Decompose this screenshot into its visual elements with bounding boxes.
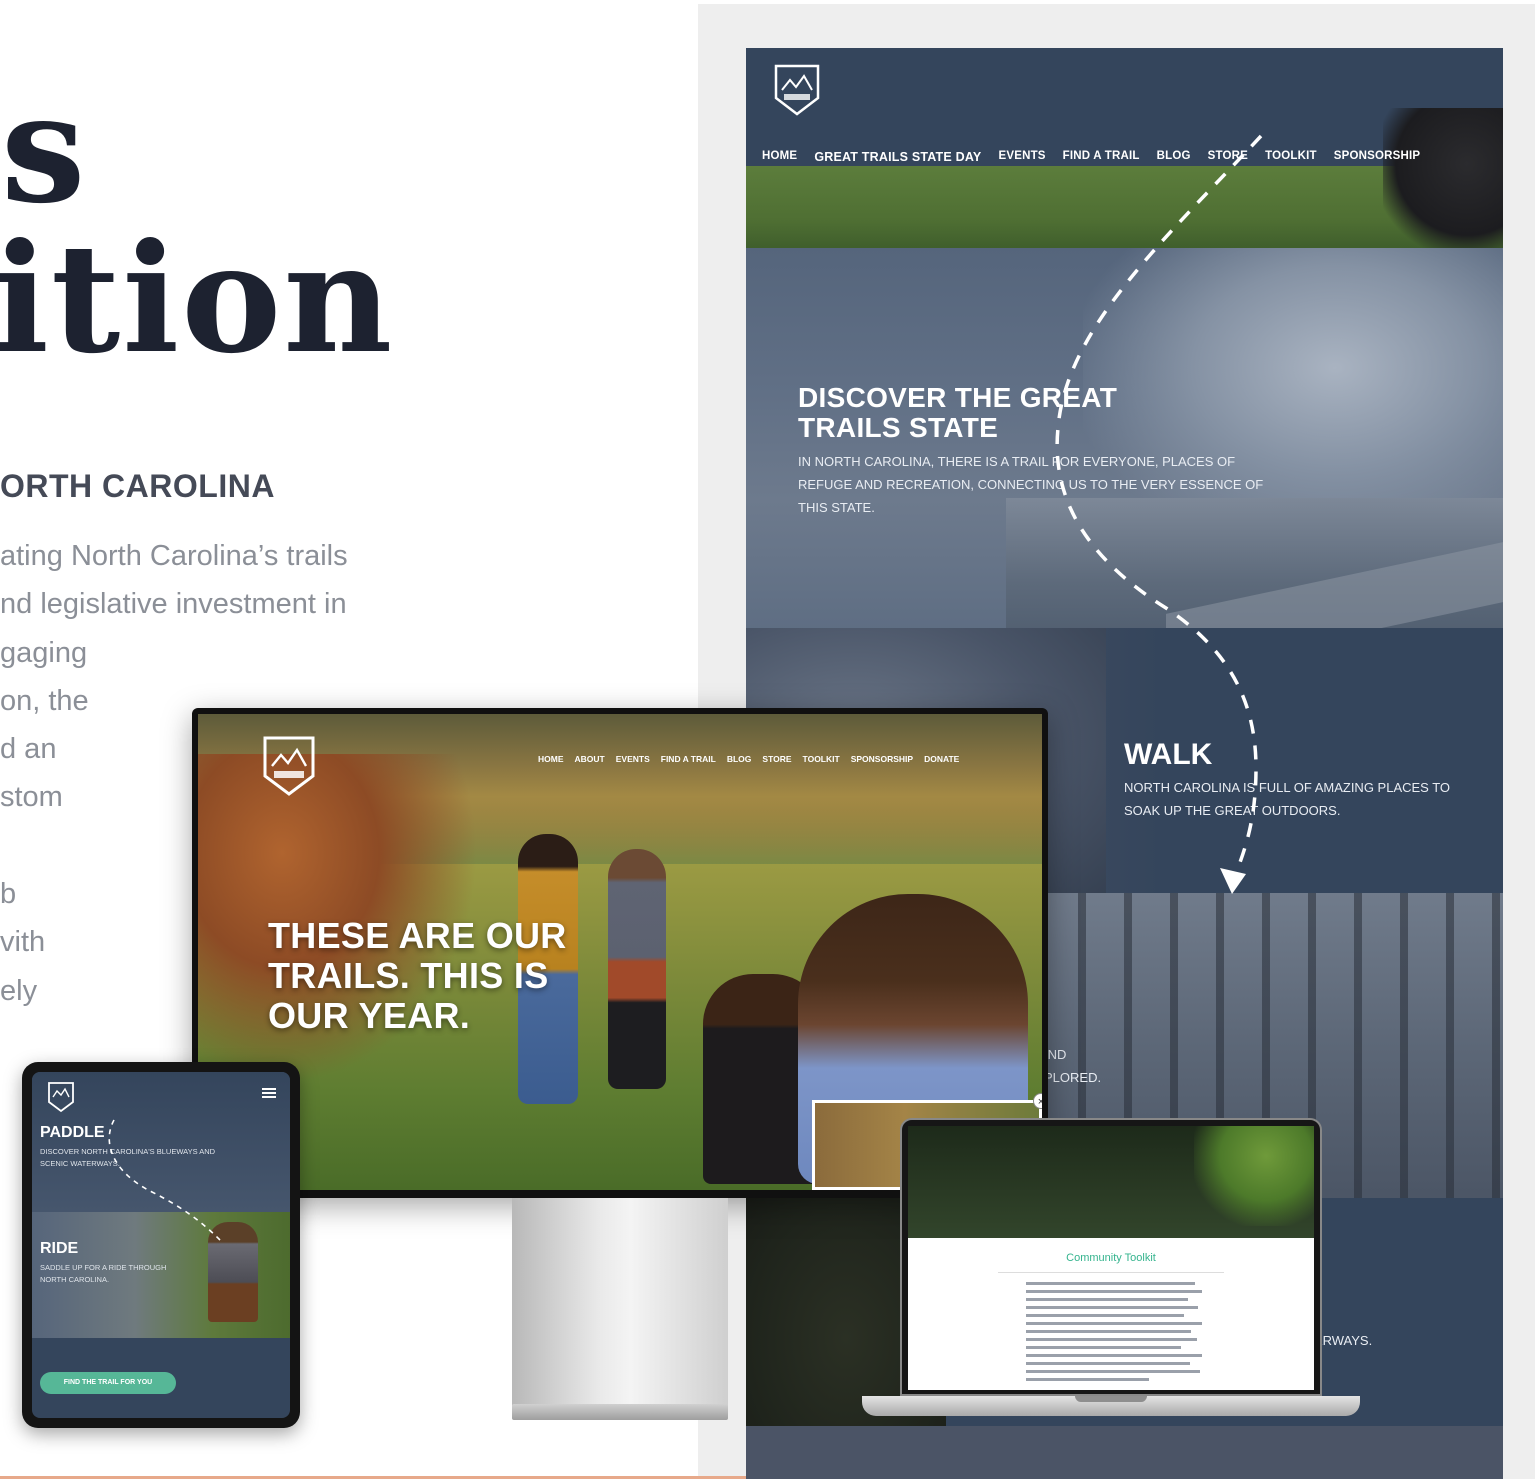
nav-home[interactable]: HOME	[762, 150, 797, 164]
person-mother	[608, 849, 666, 1089]
laptop-mockup: Community Toolkit	[900, 1118, 1322, 1396]
walk-text: NORTH CAROLINA IS FULL OF AMAZING PLACES…	[1124, 780, 1451, 818]
ride-text-partial: IND PLORED.	[1044, 1043, 1101, 1089]
nav-great-trails-state-day[interactable]: GREAT TRAILS STATE DAY	[814, 150, 981, 164]
tablet-screen: PADDLE DISCOVER NORTH CAROLINA'S BLUEWAY…	[32, 1072, 290, 1418]
ride-text: SADDLE UP FOR A RIDE THROUGH NORTH CAROL…	[40, 1263, 167, 1284]
desktop-nav: HOME ABOUT EVENTS FIND A TRAIL BLOG STOR…	[538, 754, 970, 764]
laptop-screen: Community Toolkit	[908, 1126, 1314, 1390]
hiker-arm-image	[1383, 108, 1503, 248]
nav-toolkit[interactable]: TOOLKIT	[803, 754, 840, 764]
case-study-title-line-1: ls	[0, 61, 88, 237]
trail-dashed-path-icon	[108, 1119, 221, 1241]
ride-title: RIDE	[40, 1240, 79, 1257]
footer-image-strip	[746, 1426, 1503, 1479]
desktop-hero-title: THESE ARE OUR TRAILS. THIS IS OUR YEAR.	[268, 916, 567, 1036]
long-page-nav: HOME GREAT TRAILS STATE DAY EVENTS FIND …	[762, 150, 1437, 164]
divider	[998, 1272, 1224, 1273]
monitor-stand-base	[512, 1404, 728, 1420]
monitor-stand	[512, 1198, 728, 1408]
year-of-the-trail-logo	[263, 736, 315, 796]
close-icon[interactable]: ×	[1033, 1093, 1042, 1109]
case-study-subhead: ORTH CAROLINA	[0, 468, 275, 504]
laptop-notch	[1075, 1396, 1147, 1402]
nav-store[interactable]: STORE	[762, 754, 791, 764]
hero-title: DISCOVER THE GREAT TRAILS STATE	[798, 383, 1117, 443]
year-of-the-trail-logo	[774, 64, 820, 116]
hero-title-line-2: TRAILS STATE	[798, 412, 999, 443]
nav-toolkit[interactable]: TOOLKIT	[1265, 150, 1317, 164]
nav-blog[interactable]: BLOG	[727, 754, 752, 764]
toolkit-heading: Community Toolkit	[1066, 1252, 1156, 1264]
ride-text-line-2: PLORED.	[1044, 1070, 1102, 1085]
nav-home[interactable]: HOME	[538, 754, 564, 764]
nav-blog[interactable]: BLOG	[1157, 150, 1191, 164]
nav-events[interactable]: EVENTS	[616, 754, 650, 764]
nav-sponsorship[interactable]: SPONSORSHIP	[1334, 150, 1421, 164]
body-line: ating North Carolina’s trails	[0, 540, 348, 572]
hero-title-line-1: DISCOVER THE GREAT	[798, 382, 1118, 413]
hero-text: IN NORTH CAROLINA, THERE IS A TRAIL FOR …	[798, 454, 1264, 515]
nav-events[interactable]: EVENTS	[998, 150, 1045, 164]
body-line: nd legislative investment in	[0, 588, 347, 621]
hero-line-1: THESE ARE OUR	[268, 915, 567, 956]
toolkit-body-text	[1026, 1282, 1202, 1386]
case-study-title-line-2: ition	[0, 211, 395, 387]
ride-text-line-1: IND	[1044, 1047, 1067, 1062]
kayak-aerial-image	[908, 1126, 1314, 1238]
find-trail-button[interactable]: FIND THE TRAIL FOR YOU	[40, 1372, 176, 1394]
hero-line-2: TRAILS. THIS IS	[268, 955, 549, 996]
body-line: gaging	[0, 636, 88, 669]
tablet-mockup: PADDLE DISCOVER NORTH CAROLINA'S BLUEWAY…	[22, 1062, 300, 1428]
nav-sponsorship[interactable]: SPONSORSHIP	[851, 754, 913, 764]
nav-donate[interactable]: DONATE	[924, 754, 959, 764]
nav-find-a-trail[interactable]: FIND A TRAIL	[1063, 150, 1140, 164]
nav-about[interactable]: ABOUT	[575, 754, 605, 764]
walk-title: WALK	[1124, 738, 1213, 771]
nav-find-a-trail[interactable]: FIND A TRAIL	[661, 754, 716, 764]
hero-line-3: OUR YEAR.	[268, 995, 471, 1036]
nav-store[interactable]: STORE	[1208, 150, 1248, 164]
